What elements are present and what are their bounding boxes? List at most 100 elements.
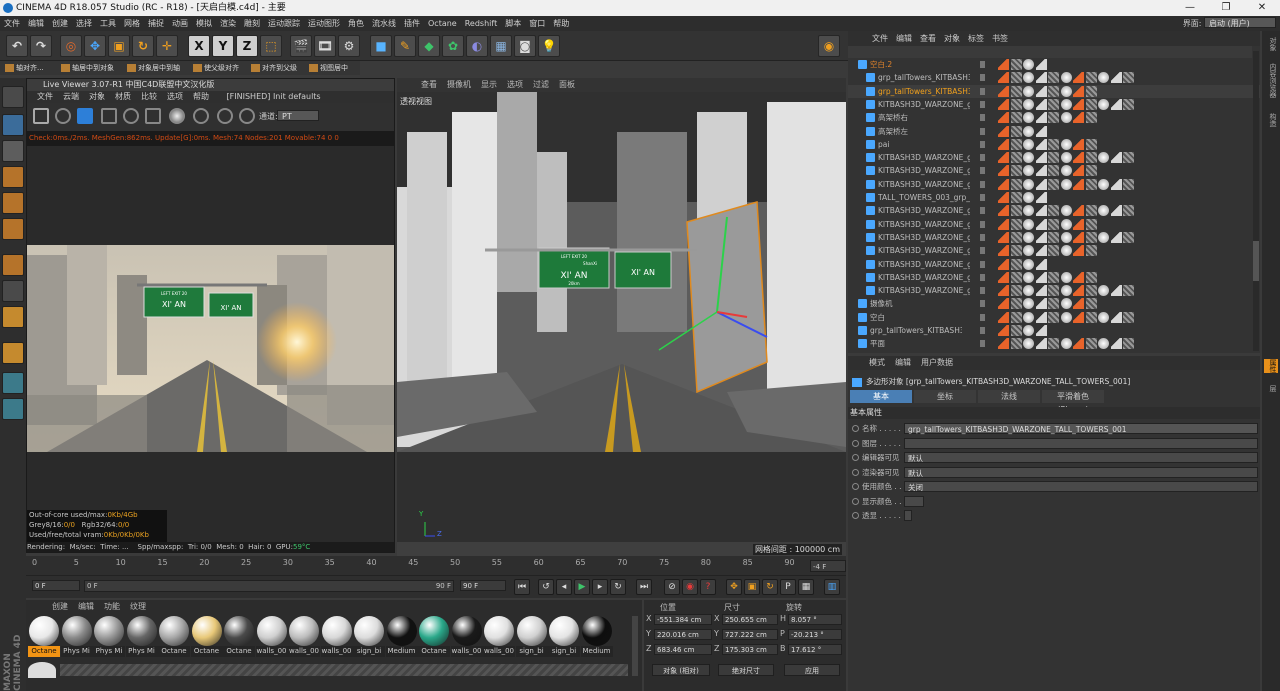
attribute-field[interactable] (904, 495, 924, 507)
menu-item[interactable]: 渲染 (216, 16, 240, 31)
material-tag-icon[interactable] (1060, 178, 1072, 190)
material-tag-icon[interactable] (1023, 59, 1034, 70)
object-row[interactable]: grp_tallTowers_KITBASH3I (848, 71, 1260, 84)
points-mode-icon[interactable] (2, 166, 24, 188)
material-tag-icon[interactable] (1023, 112, 1034, 124)
material-tag-icon[interactable] (1048, 298, 1059, 310)
menu-item[interactable]: 选择 (72, 16, 96, 31)
material-tag-icon[interactable] (1023, 72, 1034, 84)
cube-object-button[interactable]: ■ (370, 35, 392, 57)
material-tag-icon[interactable] (1073, 72, 1084, 84)
material-tag-icon[interactable] (1085, 231, 1097, 243)
object-row[interactable]: 高架桥右 (848, 111, 1260, 124)
settings-gear-icon[interactable] (33, 108, 49, 124)
size-mode-dropdown[interactable]: 绝对尺寸 (718, 664, 774, 676)
prev-key-button[interactable]: ↺ (538, 579, 554, 595)
material-tag-icon[interactable] (1098, 311, 1109, 323)
object-manager-menu-item[interactable]: 书签 (988, 34, 1012, 43)
render-settings-button[interactable]: ⚙ (338, 35, 360, 57)
material-tag-icon[interactable] (1060, 338, 1072, 350)
material-tag-icon[interactable] (1023, 271, 1034, 283)
enabled-check-icon[interactable] (988, 220, 995, 229)
viewport-menu-item[interactable]: 显示 (476, 80, 502, 89)
material-tag-icon[interactable] (998, 218, 1009, 230)
model-mode-icon[interactable] (2, 114, 24, 136)
material-tag-icon[interactable] (1123, 178, 1134, 190)
object-row[interactable]: pai (848, 138, 1260, 151)
edges-mode-icon[interactable] (2, 192, 24, 214)
material-tag-icon[interactable] (1023, 245, 1034, 257)
object-row[interactable]: KITBASH3D_WARZONE_gi (848, 204, 1260, 217)
menu-item[interactable]: 捕捉 (144, 16, 168, 31)
material-tag-icon[interactable] (1048, 178, 1059, 190)
material-tag-icon[interactable] (1035, 72, 1047, 84)
visibility-toggle-icon[interactable] (980, 247, 985, 255)
material-tag-icon[interactable] (1060, 311, 1072, 323)
menu-item[interactable]: Octane (424, 16, 461, 31)
object-row[interactable]: grp_tallTowers_KITBASH3D_ (848, 324, 1260, 337)
move-tool-button[interactable]: ✥ (84, 35, 106, 57)
material-swatch[interactable]: Octane (190, 616, 223, 660)
material-swatch[interactable]: Medium (580, 616, 613, 660)
material-tag-icon[interactable] (1110, 98, 1122, 110)
recent-tool-button[interactable]: ✛ (156, 35, 178, 57)
visibility-toggle-icon[interactable] (980, 220, 985, 228)
material-tag-icon[interactable] (1023, 165, 1034, 177)
visibility-toggle-icon[interactable] (980, 233, 985, 241)
menu-item[interactable]: 运动跟踪 (264, 16, 304, 31)
attribute-radio[interactable] (852, 512, 859, 519)
object-row[interactable]: 空白 (848, 311, 1260, 324)
enabled-check-icon[interactable] (988, 153, 995, 162)
material-tag-icon[interactable] (1023, 338, 1034, 350)
material-tag-icon[interactable] (1023, 205, 1034, 217)
material-tag-icon[interactable] (1060, 152, 1072, 164)
menu-item[interactable]: 帮助 (549, 16, 573, 31)
size-field[interactable]: 727.222 cm (722, 629, 778, 640)
material-menu-item[interactable]: 创建 (47, 602, 73, 611)
stop-render-icon[interactable] (101, 108, 117, 124)
material-tag-icon[interactable] (1085, 152, 1097, 164)
redo-button[interactable]: ↷ (30, 35, 52, 57)
material-tag-icon[interactable] (1060, 85, 1072, 97)
material-tag-icon[interactable] (998, 138, 1009, 150)
material-tag-icon[interactable] (1023, 178, 1034, 190)
object-row[interactable]: KITBASH3D_WARZONE_gi (848, 178, 1260, 191)
position-field[interactable]: 220.016 cm (654, 629, 712, 640)
material-tag-icon[interactable] (1023, 152, 1034, 164)
live-viewer-menu-item[interactable]: 比较 (136, 92, 162, 101)
material-tag-icon[interactable] (1123, 285, 1134, 297)
material-tag-icon[interactable] (1048, 72, 1059, 84)
rotation-field[interactable]: 8.057 ° (788, 614, 842, 625)
viewport-menu-item[interactable]: 选项 (502, 80, 528, 89)
material-tag-icon[interactable] (1073, 138, 1084, 150)
material-tag-icon[interactable] (1035, 85, 1047, 97)
material-tag-icon[interactable] (1010, 112, 1022, 124)
material-tag-icon[interactable] (998, 298, 1009, 310)
material-tag-icon[interactable] (1035, 271, 1047, 283)
live-viewer-menu-item[interactable]: 对象 (84, 92, 110, 101)
attribute-menu-item[interactable]: 用户数据 (916, 358, 958, 367)
visibility-toggle-icon[interactable] (980, 300, 985, 308)
live-viewer-menu-item[interactable]: 选项 (162, 92, 188, 101)
next-key-button[interactable]: ↻ (610, 579, 626, 595)
material-tag-icon[interactable] (1085, 218, 1097, 230)
material-tag-icon[interactable] (1023, 311, 1034, 323)
position-field[interactable]: -551.384 cm (654, 614, 712, 625)
material-tag-icon[interactable] (998, 125, 1009, 137)
live-viewer-menu-item[interactable]: 材质 (110, 92, 136, 101)
record-keys-button[interactable]: ⊘ (664, 579, 680, 595)
attribute-field[interactable] (904, 437, 1258, 449)
tab-normals[interactable]: 法线 (978, 390, 1040, 403)
material-swatch[interactable]: walls_00 (483, 616, 515, 660)
material-tag-icon[interactable] (998, 85, 1009, 97)
next-frame-button[interactable]: ▸ (592, 579, 608, 595)
object-manager-menu-item[interactable]: 查看 (916, 34, 940, 43)
channel-dropdown[interactable]: PT (277, 110, 319, 121)
material-tag-icon[interactable] (1035, 152, 1047, 164)
material-tag-icon[interactable] (1023, 231, 1034, 243)
menu-item[interactable]: 流水线 (368, 16, 400, 31)
material-tag-icon[interactable] (998, 72, 1009, 84)
material-tag-icon[interactable] (1023, 258, 1034, 270)
material-tag-icon[interactable] (1098, 285, 1109, 297)
material-tag-icon[interactable] (1060, 112, 1072, 124)
